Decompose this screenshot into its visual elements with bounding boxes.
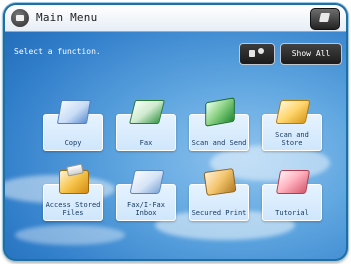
scan-and-send-tile[interactable]: Scan and Send: [189, 97, 249, 151]
main-menu-screen: Main Menu Select a function. Show All Co…: [5, 5, 346, 259]
cloud-decoration: [15, 225, 125, 245]
copy-tile[interactable]: Copy: [43, 100, 103, 151]
tile-label: Scan and Send: [191, 139, 247, 147]
home-icon[interactable]: [11, 9, 29, 27]
window-title: Main Menu: [36, 11, 98, 24]
show-all-button[interactable]: Show All: [280, 43, 342, 65]
tile-label: Access Stored Files: [45, 201, 101, 217]
scan-and-store-icon: [275, 100, 311, 124]
fax-inbox-icon: [129, 170, 165, 194]
tile-label: Fax/I-Fax Inbox: [127, 201, 165, 217]
tile-label: Tutorial: [275, 209, 309, 217]
tile-label: Copy: [64, 139, 82, 147]
copy-icon: [56, 100, 92, 124]
title-bar: Main Menu: [5, 5, 346, 32]
tile-label: Fax: [139, 139, 153, 147]
scan-and-send-icon: [205, 97, 235, 127]
tutorial-icon: [275, 170, 311, 194]
secured-print-tile[interactable]: Secured Print: [189, 168, 249, 221]
access-stored-files-tile[interactable]: Access Stored Files: [43, 170, 103, 221]
scan-and-store-tile[interactable]: Scan and Store: [262, 100, 322, 151]
tile-label: Secured Print: [191, 209, 247, 217]
fax-icon: [129, 100, 165, 124]
tutorial-tile[interactable]: Tutorial: [262, 170, 322, 221]
access-stored-files-icon: [59, 170, 89, 194]
secured-print-icon: [203, 168, 237, 196]
fax-inbox-tile[interactable]: Fax/I-Fax Inbox: [116, 170, 176, 221]
fax-tile[interactable]: Fax: [116, 100, 176, 151]
instruction-text: Select a function.: [14, 47, 101, 56]
tile-label: Scan and Store: [275, 131, 309, 147]
rearrange-button[interactable]: [239, 43, 275, 65]
device-frame: Main Menu Select a function. Show All Co…: [3, 3, 348, 261]
logout-button[interactable]: [310, 8, 340, 30]
